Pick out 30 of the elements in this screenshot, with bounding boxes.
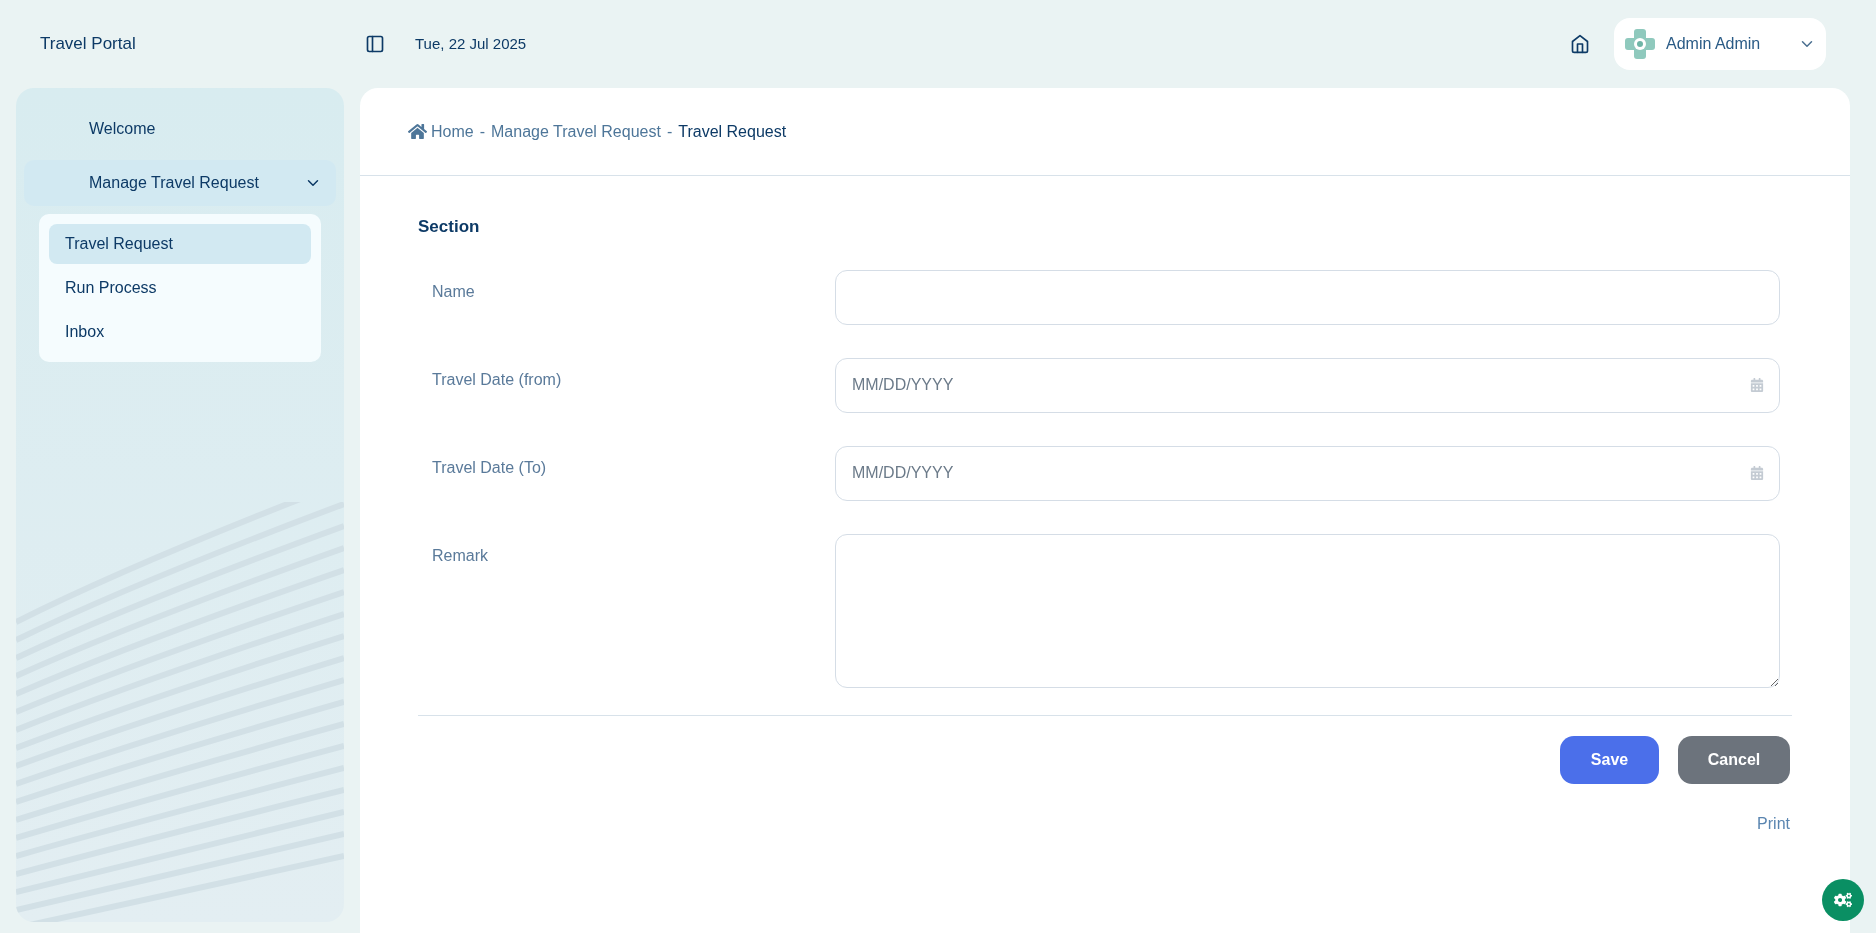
field-label: Name — [432, 281, 476, 302]
submenu-item[interactable]: Inbox — [49, 312, 311, 352]
field-label: Travel Date (from) — [432, 369, 563, 390]
field-label: Remark — [432, 545, 489, 566]
breadcrumb-link[interactable]: Manage Travel Request — [491, 119, 661, 144]
user-menu-button[interactable]: Admin Admin — [1614, 18, 1826, 70]
home-icon[interactable] — [408, 123, 427, 140]
breadcrumb-separator: - — [479, 121, 485, 142]
section-title: Section — [418, 216, 481, 238]
submenu-item[interactable]: Travel Request — [49, 224, 311, 264]
name-input[interactable] — [835, 269, 1780, 325]
settings-icon — [1834, 891, 1852, 909]
breadcrumb-current: Travel Request — [678, 121, 787, 142]
sidebar-item[interactable]: Manage Travel Request — [24, 160, 336, 206]
app-title: Travel Portal — [40, 33, 137, 56]
breadcrumb-link[interactable]: Home — [431, 119, 474, 144]
submenu-item[interactable]: Run Process — [49, 268, 311, 308]
cancel-button[interactable]: Cancel — [1678, 735, 1790, 784]
home-icon[interactable] — [1570, 34, 1590, 54]
date-input[interactable]: MM/DD/YYYY — [835, 445, 1780, 501]
settings-button[interactable] — [1822, 879, 1864, 921]
save-button[interactable]: Save — [1560, 735, 1659, 784]
breadcrumb-separator: - — [666, 121, 673, 142]
date-input[interactable]: MM/DD/YYYY — [835, 357, 1780, 413]
current-date: Tue, 22 Jul 2025 — [415, 33, 527, 54]
print-link[interactable]: Print — [1757, 811, 1790, 836]
sidebar-toggle-icon[interactable] — [365, 34, 385, 54]
field-label: Travel Date (To) — [432, 457, 548, 478]
sidebar-item[interactable]: Welcome — [24, 106, 336, 152]
logo-icon — [1624, 28, 1656, 60]
